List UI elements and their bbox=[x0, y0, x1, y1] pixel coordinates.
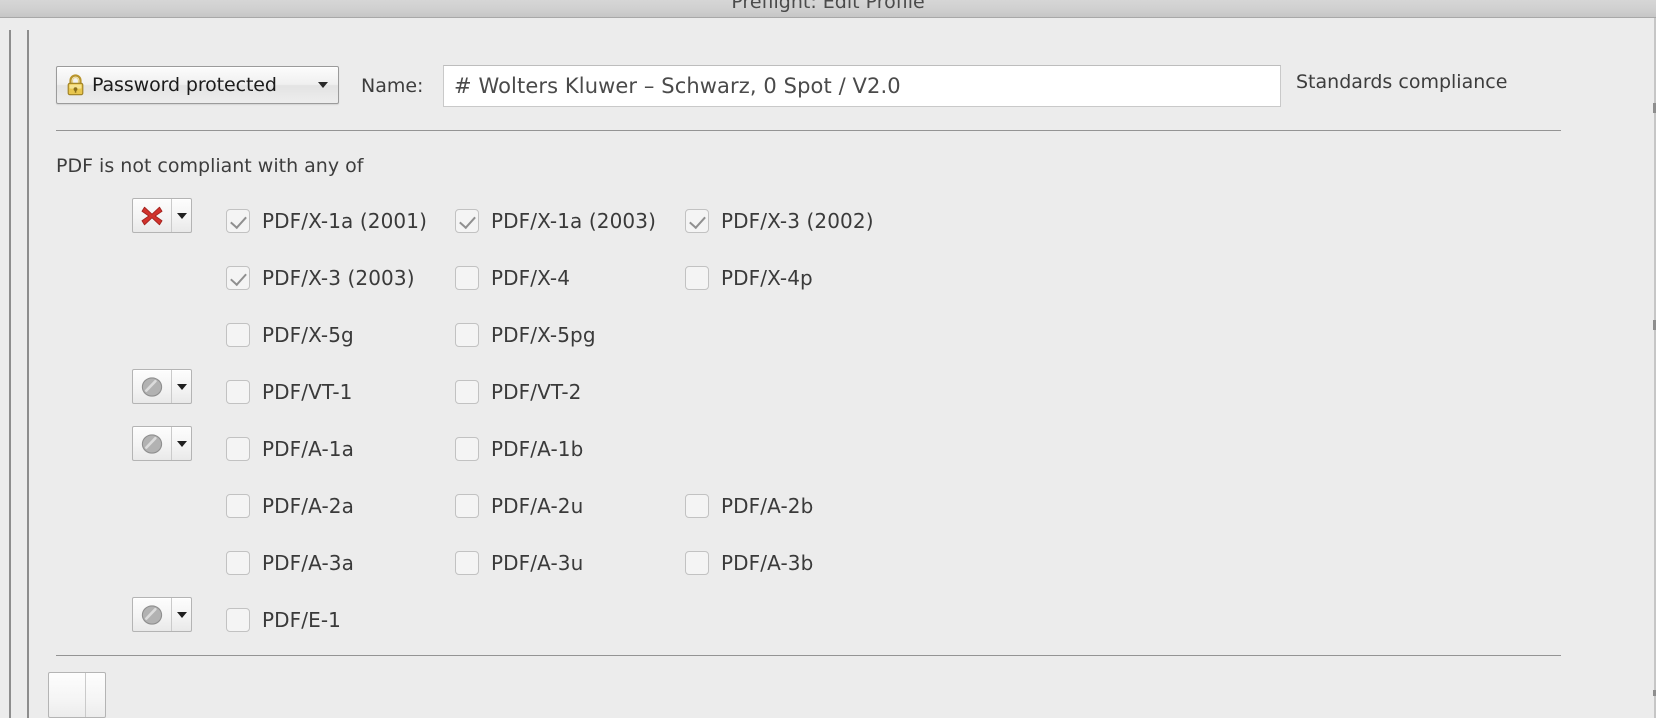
standards-row: PDF/E-1 bbox=[40, 591, 1640, 648]
standards-row: PDF/VT-1 PDF/VT-2 bbox=[40, 363, 1640, 420]
standards-row: PDF/X-1a (2001) PDF/X-1a (2003) PDF/X-3 (2… bbox=[40, 192, 1640, 249]
standards-checkbox-label: PDF/X-3 (2003) bbox=[262, 265, 415, 290]
standards-checkbox-label: PDF/A-3u bbox=[491, 550, 584, 575]
standards-checkbox-grid: PDF/X-1a (2001) PDF/X-1a (2003) PDF/X-3 (2… bbox=[40, 192, 1640, 648]
profile-name-value: # Wolters Kluwer – Schwarz, 0 Spot / V2.… bbox=[454, 74, 901, 98]
profile-editor-panel: Password protected Name: # Wolters Kluwe… bbox=[40, 30, 1640, 718]
standards-compliance-heading: Standards compliance bbox=[1296, 71, 1508, 93]
compliance-status-text: PDF is not compliant with any of bbox=[56, 155, 364, 177]
standards-checkbox-cell[interactable]: PDF/A-3u bbox=[455, 534, 583, 591]
checkbox-unchecked-icon[interactable] bbox=[226, 379, 250, 404]
checkbox-unchecked-icon[interactable] bbox=[455, 379, 479, 404]
header-divider bbox=[56, 130, 1561, 131]
checkbox-checked-icon[interactable] bbox=[226, 208, 250, 233]
standards-checkbox-cell[interactable]: PDF/A-3a bbox=[226, 534, 354, 591]
standards-checkbox-label: PDF/VT-2 bbox=[491, 379, 582, 404]
standards-checkbox-label: PDF/X-4p bbox=[721, 265, 813, 290]
standards-checkbox-label: PDF/X-5pg bbox=[491, 322, 596, 347]
row-status-split-button[interactable] bbox=[132, 198, 192, 233]
standards-checkbox-cell[interactable]: PDF/X-4p bbox=[685, 249, 813, 306]
standards-checkbox-label: PDF/A-1a bbox=[262, 436, 354, 461]
grey-circle-icon[interactable] bbox=[133, 598, 172, 631]
footer-split-button-icon[interactable] bbox=[49, 673, 86, 717]
standards-checkbox-label: PDF/E-1 bbox=[262, 607, 341, 632]
standards-checkbox-cell[interactable]: PDF/E-1 bbox=[226, 591, 341, 648]
window-title: Preflight: Edit Profile bbox=[731, 0, 925, 13]
grey-circle-icon[interactable] bbox=[133, 370, 172, 403]
standards-checkbox-label: PDF/X-1a (2001) bbox=[262, 208, 427, 233]
standards-checkbox-label: PDF/A-2u bbox=[491, 493, 584, 518]
preflight-edit-profile-window: Preflight: Edit Profile Password protect… bbox=[0, 0, 1656, 718]
profile-header-row: Password protected Name: # Wolters Kluwe… bbox=[56, 63, 1561, 109]
standards-checkbox-cell[interactable]: PDF/A-1a bbox=[226, 420, 354, 477]
checkbox-checked-icon[interactable] bbox=[685, 208, 709, 233]
row-status-split-button[interactable] bbox=[132, 426, 192, 461]
checkbox-unchecked-icon[interactable] bbox=[455, 265, 479, 290]
standards-checkbox-cell[interactable]: PDF/X-3 (2003) bbox=[226, 249, 415, 306]
grey-circle-icon[interactable] bbox=[133, 427, 172, 460]
standards-checkbox-cell[interactable]: PDF/X-3 (2002) bbox=[685, 192, 874, 249]
footer-divider bbox=[56, 655, 1561, 656]
standards-checkbox-label: PDF/A-2b bbox=[721, 493, 814, 518]
standards-row: PDF/A-1a PDF/A-1b bbox=[40, 420, 1640, 477]
standards-checkbox-cell[interactable]: PDF/VT-2 bbox=[455, 363, 582, 420]
profile-name-input[interactable]: # Wolters Kluwer – Schwarz, 0 Spot / V2.… bbox=[443, 65, 1281, 107]
checkbox-unchecked-icon[interactable] bbox=[226, 607, 250, 632]
standards-checkbox-cell[interactable]: PDF/A-2b bbox=[685, 477, 813, 534]
standards-checkbox-cell[interactable]: PDF/A-1b bbox=[455, 420, 583, 477]
checkbox-unchecked-icon[interactable] bbox=[226, 493, 250, 518]
standards-checkbox-label: PDF/X-4 bbox=[491, 265, 571, 290]
checkbox-unchecked-icon[interactable] bbox=[455, 322, 479, 347]
window-titlebar: Preflight: Edit Profile bbox=[0, 0, 1656, 18]
footer-split-button-arrow[interactable] bbox=[86, 673, 105, 717]
checkbox-unchecked-icon[interactable] bbox=[226, 322, 250, 347]
standards-checkbox-cell[interactable]: PDF/A-2a bbox=[226, 477, 354, 534]
standards-checkbox-label: PDF/X-1a (2003) bbox=[491, 208, 656, 233]
standards-checkbox-cell[interactable]: PDF/X-1a (2001) bbox=[226, 192, 427, 249]
lock-icon bbox=[66, 74, 85, 96]
checkbox-unchecked-icon[interactable] bbox=[226, 550, 250, 575]
security-dropdown-label: Password protected bbox=[92, 74, 277, 96]
standards-row: PDF/X-3 (2003) PDF/X-4 PDF/X-4p bbox=[40, 249, 1640, 306]
standards-checkbox-cell[interactable]: PDF/X-5pg bbox=[455, 306, 596, 363]
profile-name-label: Name: bbox=[361, 75, 424, 97]
chevron-down-icon[interactable] bbox=[172, 427, 191, 460]
standards-checkbox-cell[interactable]: PDF/X-4 bbox=[455, 249, 570, 306]
row-status-split-button[interactable] bbox=[132, 597, 192, 632]
checkbox-unchecked-icon[interactable] bbox=[455, 436, 479, 461]
standards-checkbox-label: PDF/A-2a bbox=[262, 493, 354, 518]
checkbox-unchecked-icon[interactable] bbox=[685, 550, 709, 575]
standards-row: PDF/X-5g PDF/X-5pg bbox=[40, 306, 1640, 363]
standards-checkbox-label: PDF/A-1b bbox=[491, 436, 584, 461]
standards-row: PDF/A-2a PDF/A-2u PDF/A-2b bbox=[40, 477, 1640, 534]
standards-checkbox-label: PDF/A-3a bbox=[262, 550, 354, 575]
standards-checkbox-label: PDF/X-3 (2002) bbox=[721, 208, 874, 233]
standards-checkbox-cell[interactable]: PDF/X-5g bbox=[226, 306, 354, 363]
red-x-icon[interactable] bbox=[133, 199, 172, 232]
checkbox-unchecked-icon[interactable] bbox=[685, 265, 709, 290]
security-dropdown[interactable]: Password protected bbox=[56, 66, 339, 104]
checkbox-unchecked-icon[interactable] bbox=[685, 493, 709, 518]
chevron-down-icon bbox=[318, 82, 328, 88]
standards-checkbox-cell[interactable]: PDF/A-2u bbox=[455, 477, 583, 534]
standards-checkbox-label: PDF/A-3b bbox=[721, 550, 814, 575]
standards-row: PDF/A-3a PDF/A-3u PDF/A-3b bbox=[40, 534, 1640, 591]
footer-split-button[interactable] bbox=[48, 672, 106, 718]
standards-checkbox-label: PDF/VT-1 bbox=[262, 379, 353, 404]
standards-checkbox-cell[interactable]: PDF/VT-1 bbox=[226, 363, 353, 420]
row-status-split-button[interactable] bbox=[132, 369, 192, 404]
checkbox-checked-icon[interactable] bbox=[226, 265, 250, 290]
standards-checkbox-cell[interactable]: PDF/A-3b bbox=[685, 534, 813, 591]
panel-rail-inner bbox=[27, 30, 29, 718]
standards-checkbox-cell[interactable]: PDF/X-1a (2003) bbox=[455, 192, 656, 249]
checkbox-unchecked-icon[interactable] bbox=[455, 550, 479, 575]
checkbox-unchecked-icon[interactable] bbox=[455, 493, 479, 518]
standards-checkbox-label: PDF/X-5g bbox=[262, 322, 354, 347]
checkbox-checked-icon[interactable] bbox=[455, 208, 479, 233]
chevron-down-icon[interactable] bbox=[172, 199, 191, 232]
chevron-down-icon[interactable] bbox=[172, 598, 191, 631]
chevron-down-icon[interactable] bbox=[172, 370, 191, 403]
panel-rail-outer bbox=[9, 30, 11, 718]
checkbox-unchecked-icon[interactable] bbox=[226, 436, 250, 461]
